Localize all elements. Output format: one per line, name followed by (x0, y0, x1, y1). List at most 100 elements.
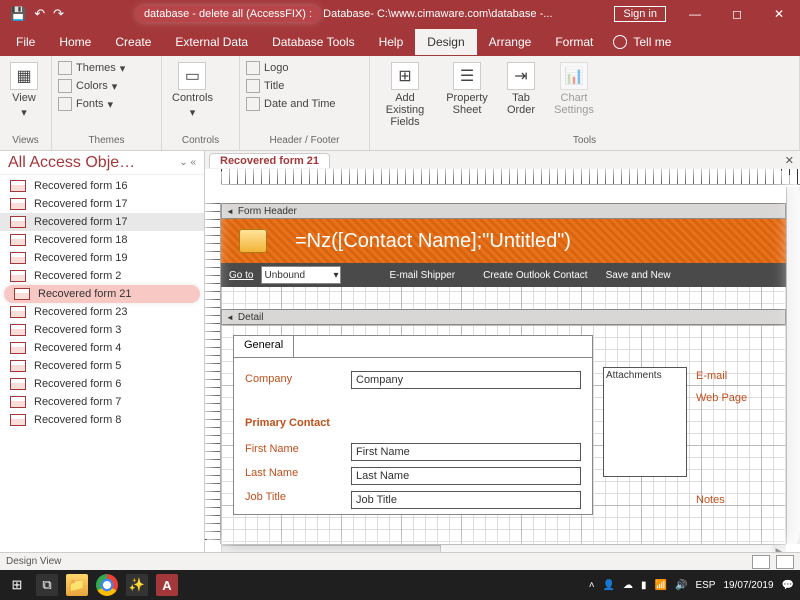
tab-create[interactable]: Create (103, 29, 163, 55)
form-icon (10, 198, 26, 210)
chart-settings-button[interactable]: 📊Chart Settings (548, 60, 600, 118)
ribbon: ▦View▾ Views Themes ▾ Colors ▾ Fonts ▾ T… (0, 56, 800, 151)
form-icon (10, 378, 26, 390)
nav-item[interactable]: Recovered form 7 (0, 393, 204, 411)
explorer-icon[interactable]: 📁 (66, 574, 88, 596)
nav-item[interactable]: Recovered form 17 (0, 213, 204, 231)
start-button[interactable]: ⊞ (6, 574, 28, 596)
colors-button[interactable]: Colors ▾ (58, 78, 117, 94)
themes-button[interactable]: Themes ▾ (58, 60, 125, 76)
view-button[interactable]: ▦View▾ (6, 60, 42, 121)
titlebar: 💾 ↶ ↷ database - delete all (AccessFIX) … (0, 0, 800, 28)
nav-item[interactable]: Recovered form 6 (0, 375, 204, 393)
form-icon (14, 288, 30, 300)
form-icon (10, 396, 26, 408)
access-icon[interactable]: A (156, 574, 178, 596)
label-last[interactable]: Last Name (245, 467, 298, 479)
tab-design[interactable]: Design (415, 29, 476, 55)
field-last[interactable]: Last Name (351, 467, 581, 485)
label-job[interactable]: Job Title (245, 491, 286, 503)
doc-tab[interactable]: Recovered form 21 (209, 153, 330, 168)
nav-item-label: Recovered form 17 (34, 216, 128, 228)
section-form-header[interactable]: Form Header (221, 203, 786, 219)
design-surface[interactable]: Form Header =Nz([Contact Name];"Untitled… (221, 203, 786, 544)
tray-wifi-icon[interactable]: 📶 (655, 580, 667, 591)
label-first[interactable]: First Name (245, 443, 299, 455)
nav-item[interactable]: Recovered form 4 (0, 339, 204, 357)
tabpage-general[interactable]: General (234, 336, 294, 357)
label-notes[interactable]: Notes (696, 489, 747, 511)
title-button[interactable]: Title (246, 78, 284, 94)
status-text: Design View (6, 556, 61, 567)
tray-cloud-icon[interactable]: ☁ (623, 580, 633, 591)
nav-item[interactable]: Recovered form 5 (0, 357, 204, 375)
field-first[interactable]: First Name (351, 443, 581, 461)
nav-item-label: Recovered form 7 (34, 396, 121, 408)
tray-battery-icon[interactable]: ▮ (641, 580, 647, 591)
add-fields-button[interactable]: ⊞Add Existing Fields (376, 60, 434, 130)
goto-combo[interactable]: Unbound▾ (261, 266, 341, 284)
create-outlook-button[interactable]: Create Outlook Contact (483, 270, 588, 281)
title-formula-label[interactable]: =Nz([Contact Name];"Untitled") (295, 230, 571, 253)
save-icon[interactable]: 💾 (10, 6, 26, 22)
nav-item[interactable]: Recovered form 16 (0, 177, 204, 195)
view-datasheet-icon[interactable] (752, 555, 770, 569)
property-sheet-button[interactable]: ☰Property Sheet (440, 60, 494, 118)
nav-item[interactable]: Recovered form 19 (0, 249, 204, 267)
signin-button[interactable]: Sign in (614, 6, 666, 22)
minimize-button[interactable]: — (674, 7, 716, 21)
vertical-scrollbar[interactable] (786, 187, 800, 544)
tab-dbtools[interactable]: Database Tools (260, 29, 367, 55)
tray-chevron-icon[interactable]: ˄ (589, 580, 595, 591)
field-company[interactable]: Company (351, 371, 581, 389)
ribbon-tabs: File Home Create External Data Database … (0, 28, 800, 56)
field-attachments[interactable]: Attachments (603, 367, 687, 477)
taskview-icon[interactable]: ⧉ (36, 574, 58, 596)
controls-button[interactable]: ▭Controls▾ (168, 60, 217, 121)
tab-arrange[interactable]: Arrange (477, 29, 544, 55)
chrome-icon[interactable] (96, 574, 118, 596)
doc-close-icon[interactable]: ✕ (785, 154, 794, 167)
datetime-button[interactable]: Date and Time (246, 96, 336, 112)
tray-lang[interactable]: ESP (695, 580, 715, 591)
undo-icon[interactable]: ↶ (34, 6, 45, 22)
nav-item[interactable]: Recovered form 2 (0, 267, 204, 285)
save-new-button[interactable]: Save and New (606, 270, 671, 281)
tellme[interactable]: Tell me (613, 35, 671, 49)
label-email[interactable]: E-mail (696, 365, 747, 387)
field-job[interactable]: Job Title (351, 491, 581, 509)
label-company[interactable]: Company (245, 373, 292, 385)
form-header-band: =Nz([Contact Name];"Untitled") (221, 219, 786, 263)
view-design-icon[interactable] (776, 555, 794, 569)
tab-externaldata[interactable]: External Data (163, 29, 260, 55)
tab-help[interactable]: Help (367, 29, 416, 55)
datetime-icon (246, 97, 260, 111)
label-web[interactable]: Web Page (696, 387, 747, 409)
restore-button[interactable]: ◻ (716, 7, 758, 21)
redo-icon[interactable]: ↷ (53, 6, 64, 22)
nav-item-label: Recovered form 3 (34, 324, 121, 336)
label-primary[interactable]: Primary Contact (245, 417, 330, 429)
nav-item[interactable]: Recovered form 21 (4, 285, 200, 303)
section-detail[interactable]: Detail (221, 309, 786, 325)
tab-format[interactable]: Format (543, 29, 605, 55)
tray-people-icon[interactable]: 👤 (603, 580, 615, 591)
tab-file[interactable]: File (4, 29, 47, 55)
fonts-button[interactable]: Fonts ▾ (58, 96, 113, 112)
nav-item[interactable]: Recovered form 17 (0, 195, 204, 213)
tab-order-button[interactable]: ⇥Tab Order (500, 60, 542, 118)
logo-icon (246, 61, 260, 75)
app-icon[interactable]: ✨ (126, 574, 148, 596)
email-shipper-button[interactable]: E-mail Shipper (389, 270, 455, 281)
tab-home[interactable]: Home (47, 29, 103, 55)
nav-item[interactable]: Recovered form 18 (0, 231, 204, 249)
close-button[interactable]: ✕ (758, 7, 800, 21)
nav-header[interactable]: All Access Obje… ⌄ « (0, 151, 204, 175)
form-icon (10, 270, 26, 282)
nav-item[interactable]: Recovered form 3 (0, 321, 204, 339)
nav-item[interactable]: Recovered form 8 (0, 411, 204, 429)
tray-volume-icon[interactable]: 🔊 (675, 580, 687, 591)
logo-button[interactable]: Logo (246, 60, 288, 76)
nav-item[interactable]: Recovered form 23 (0, 303, 204, 321)
tray-notifications-icon[interactable]: 💬 (782, 580, 794, 591)
